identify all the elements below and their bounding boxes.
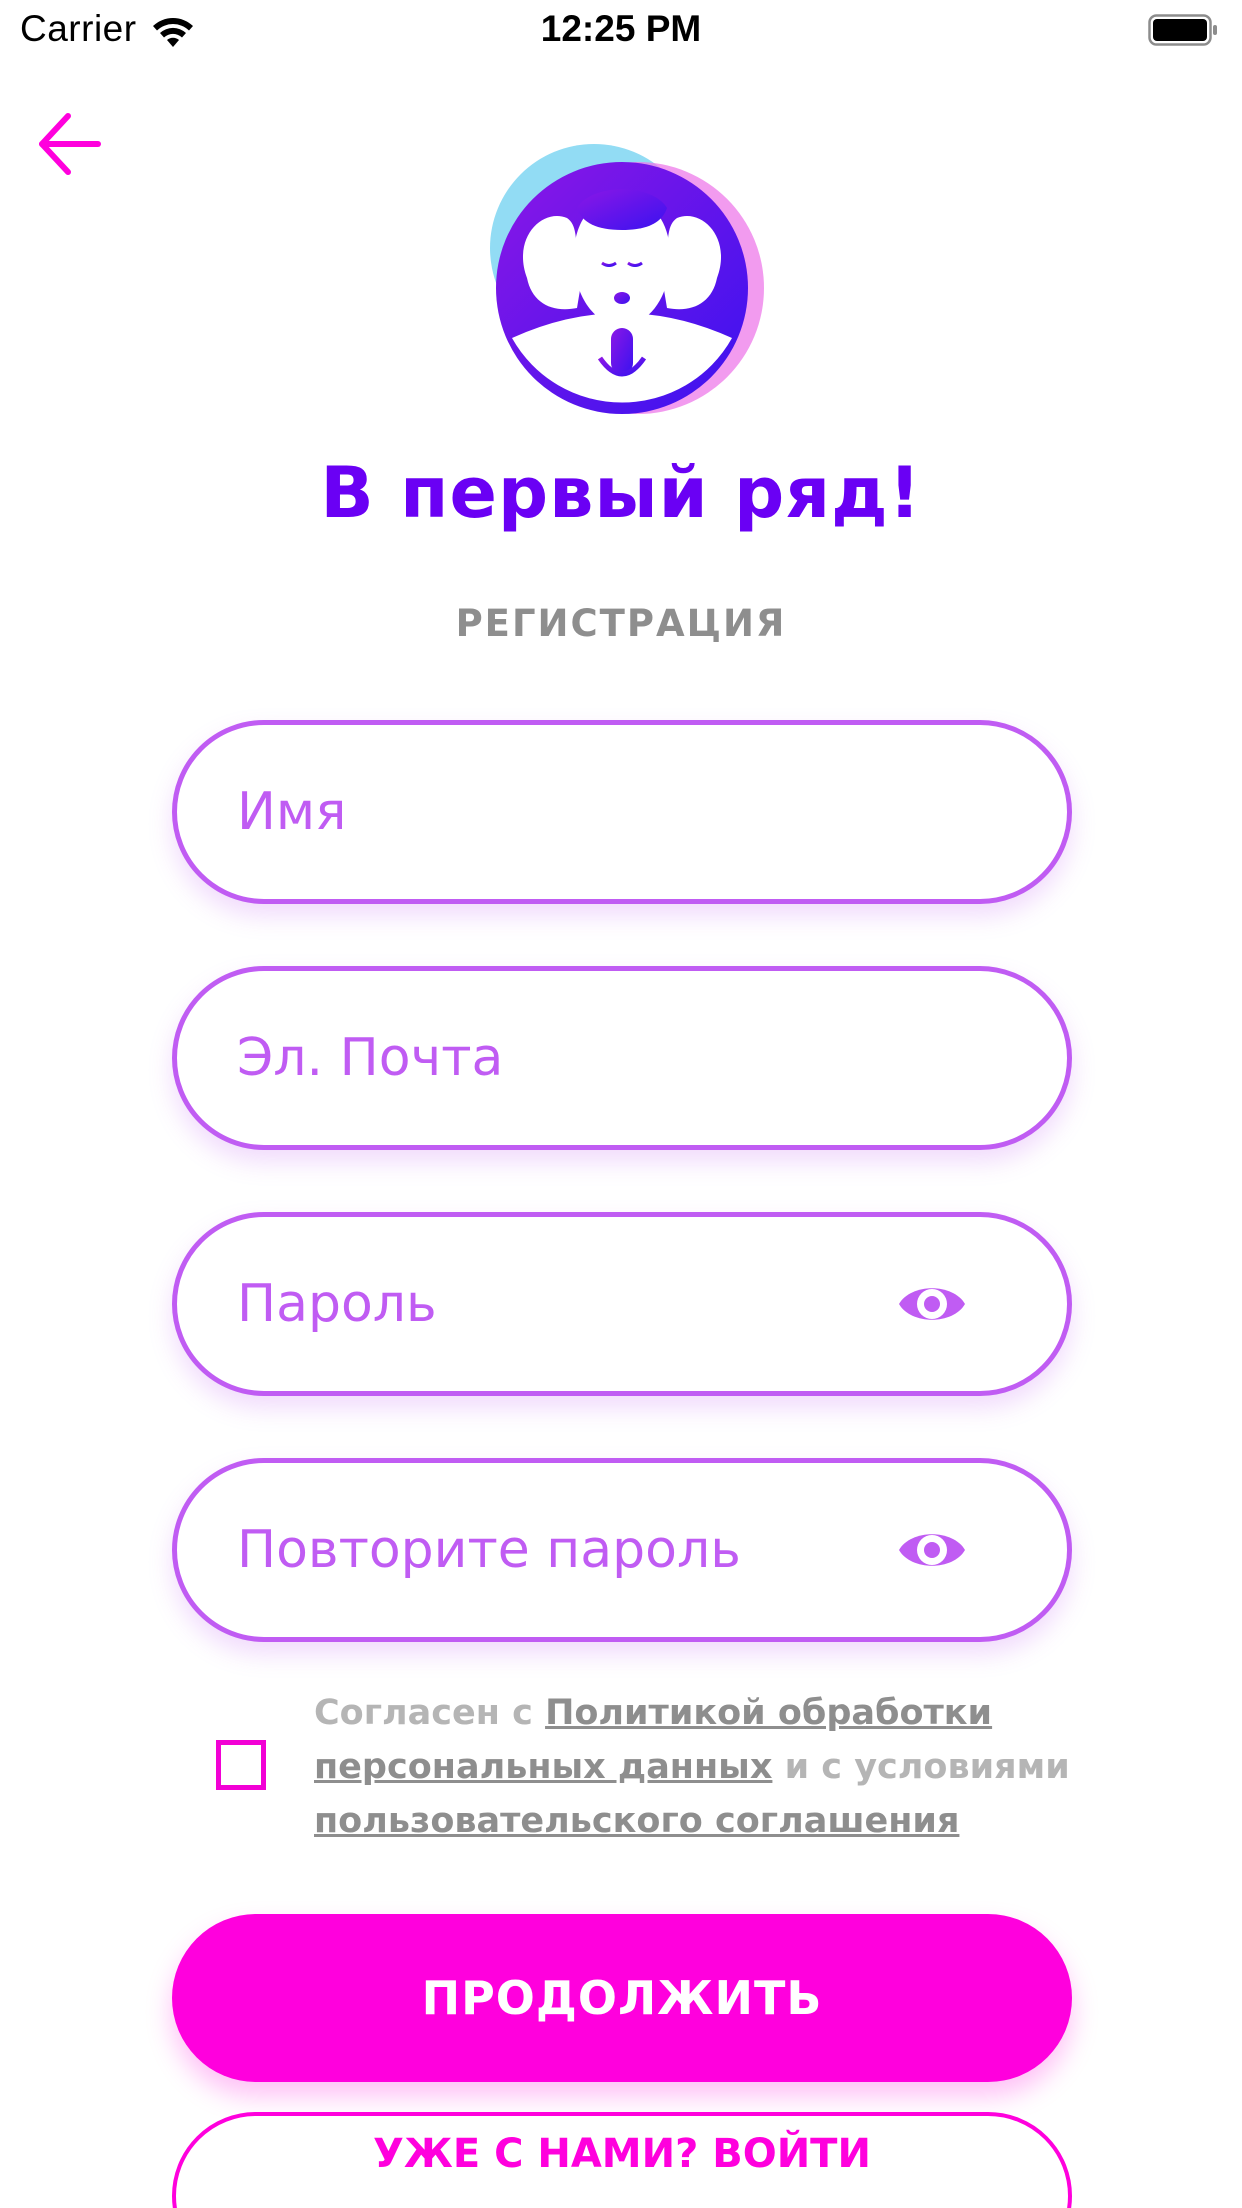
- continue-button[interactable]: ПРОДОЛЖИТЬ: [172, 1914, 1072, 2082]
- login-button[interactable]: УЖЕ С НАМИ? ВОЙТИ: [172, 2112, 1072, 2208]
- login-button-label: УЖЕ С НАМИ? ВОЙТИ: [373, 2131, 871, 2177]
- registration-screen: Carrier 12:25 PM В первый ряд! РЕГИСТРАЦ…: [0, 0, 1242, 2208]
- status-bar: Carrier 12:25 PM: [0, 0, 1242, 62]
- name-field[interactable]: [172, 720, 1072, 904]
- page-title: РЕГИСТРАЦИЯ: [455, 602, 787, 645]
- repeat-password-field[interactable]: [172, 1458, 1072, 1642]
- app-logo: [490, 144, 764, 414]
- name-input[interactable]: [237, 725, 937, 899]
- terms-link[interactable]: пользовательского соглашения: [314, 1801, 959, 1841]
- app-title: В первый ряд!: [320, 452, 922, 534]
- eye-icon[interactable]: [897, 1519, 967, 1581]
- email-input[interactable]: [237, 971, 937, 1145]
- eye-icon[interactable]: [897, 1273, 967, 1335]
- status-time: 12:25 PM: [540, 8, 702, 49]
- agreement-prefix: Согласен с: [314, 1693, 546, 1733]
- back-button[interactable]: [34, 108, 106, 180]
- agreement-text: Согласен с Политикой обработки персональ…: [314, 1686, 1094, 1848]
- email-field[interactable]: [172, 966, 1072, 1150]
- agreement-checkbox[interactable]: [216, 1740, 266, 1790]
- battery-icon: [1148, 14, 1217, 46]
- agreement-middle: и с условиями: [772, 1747, 1070, 1787]
- password-input[interactable]: [237, 1217, 937, 1391]
- repeat-password-input[interactable]: [237, 1463, 937, 1637]
- arrow-left-icon: [39, 113, 101, 175]
- password-field[interactable]: [172, 1212, 1072, 1396]
